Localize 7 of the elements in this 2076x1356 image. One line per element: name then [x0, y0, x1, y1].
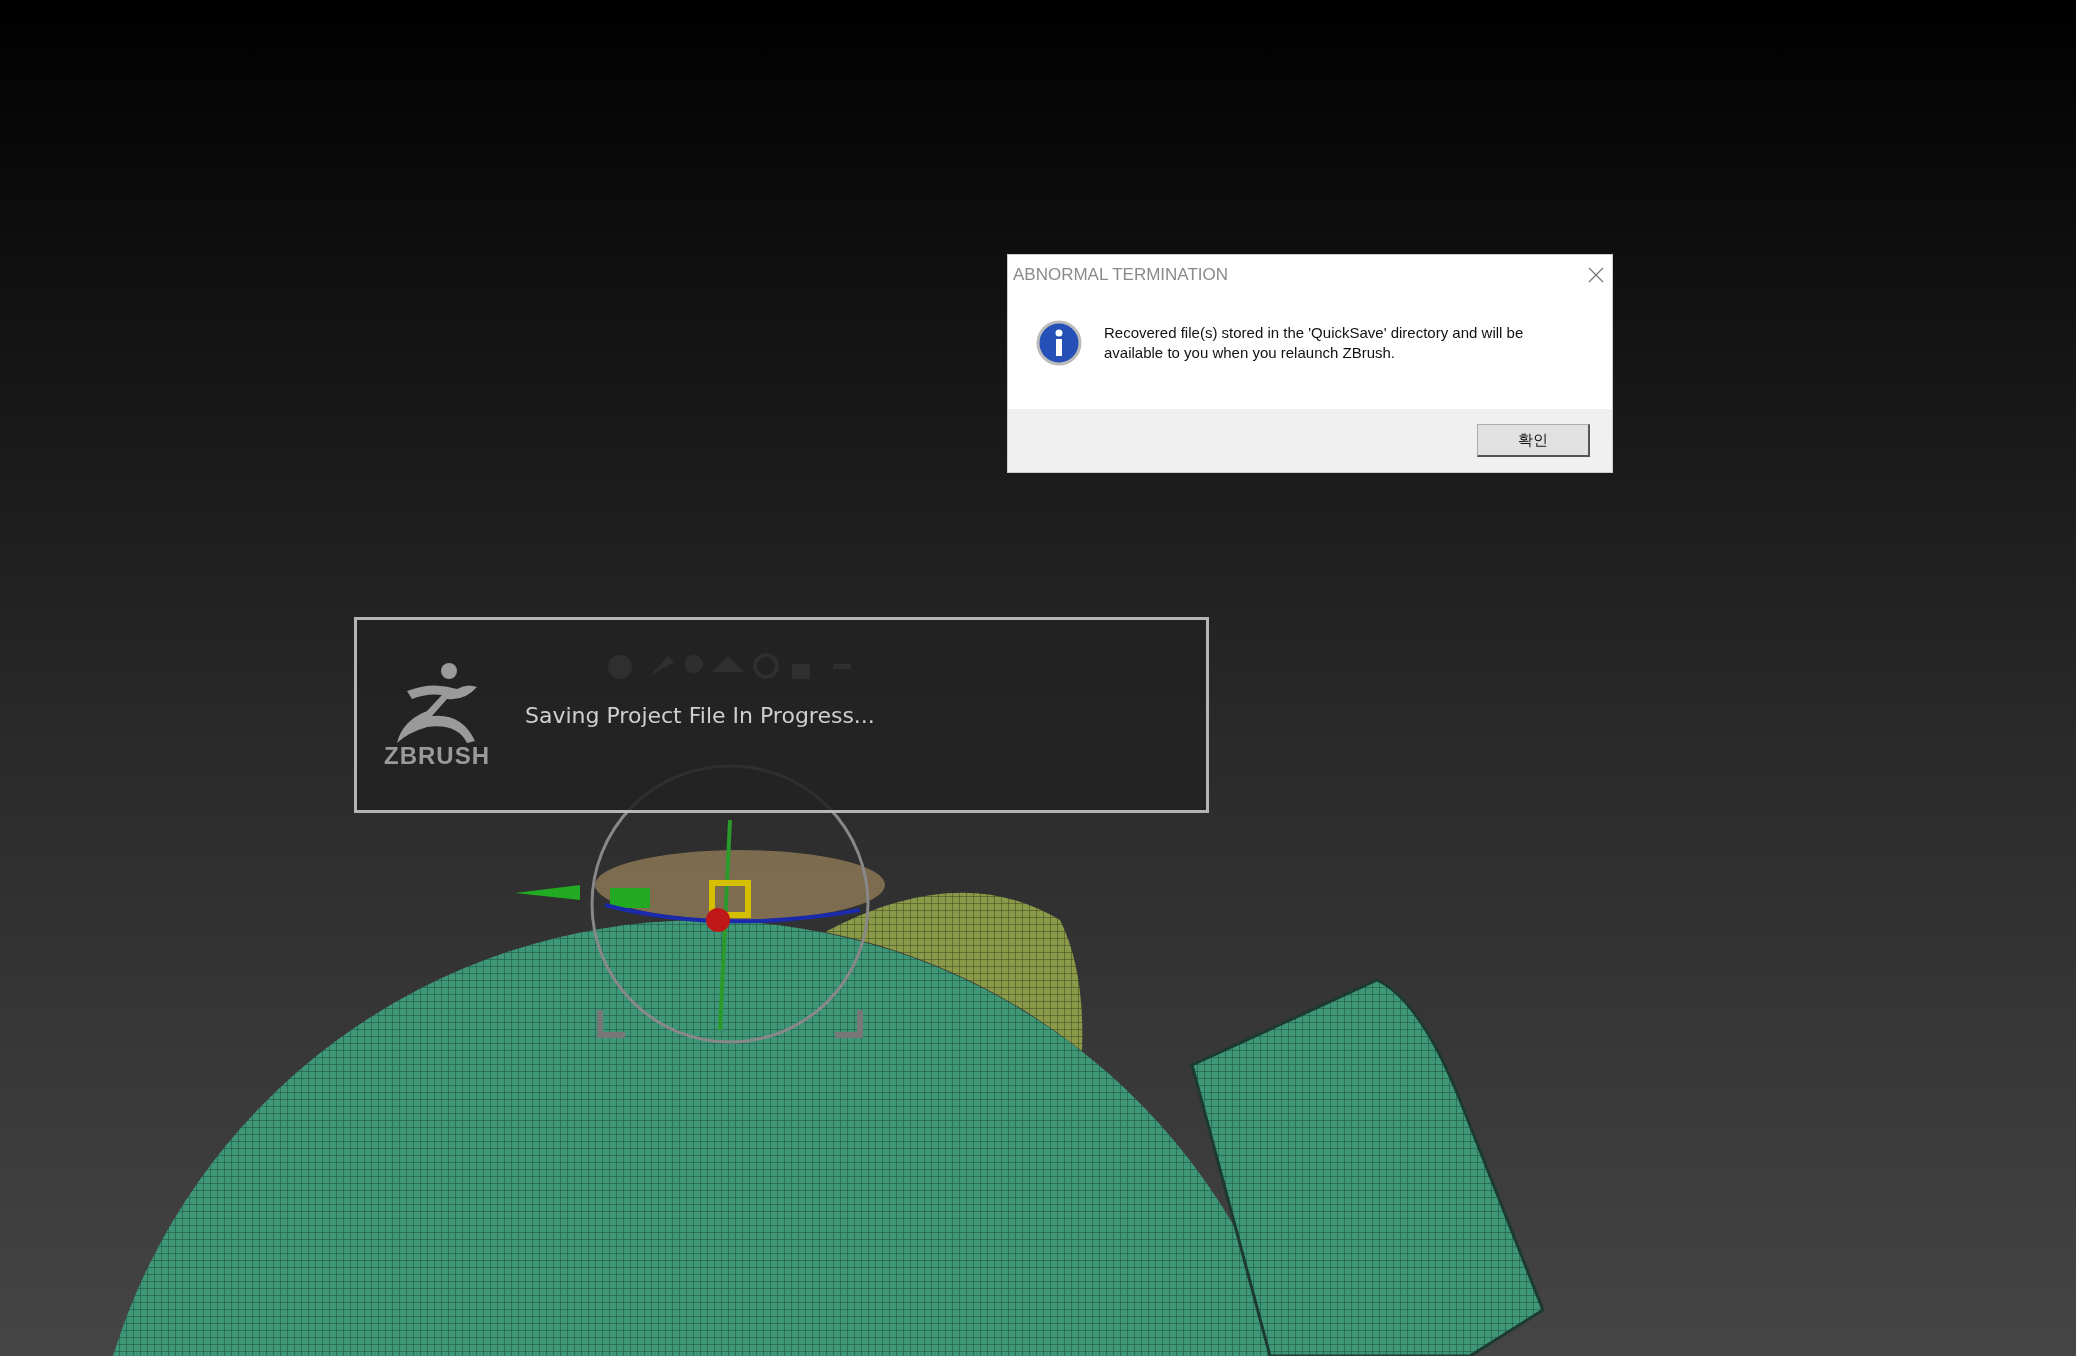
- close-icon[interactable]: [1588, 267, 1604, 283]
- info-icon: [1036, 320, 1082, 366]
- progress-message: Saving Project File In Progress...: [525, 702, 875, 728]
- ok-button[interactable]: 확인: [1477, 424, 1590, 457]
- logo-text: ZBRUSH: [384, 741, 490, 770]
- dialog-title: ABNORMAL TERMINATION: [1013, 265, 1229, 285]
- dialog-message: Recovered file(s) stored in the 'QuickSave' directory and will be available to you when you relaunch ZBrush.: [1104, 323, 1525, 363]
